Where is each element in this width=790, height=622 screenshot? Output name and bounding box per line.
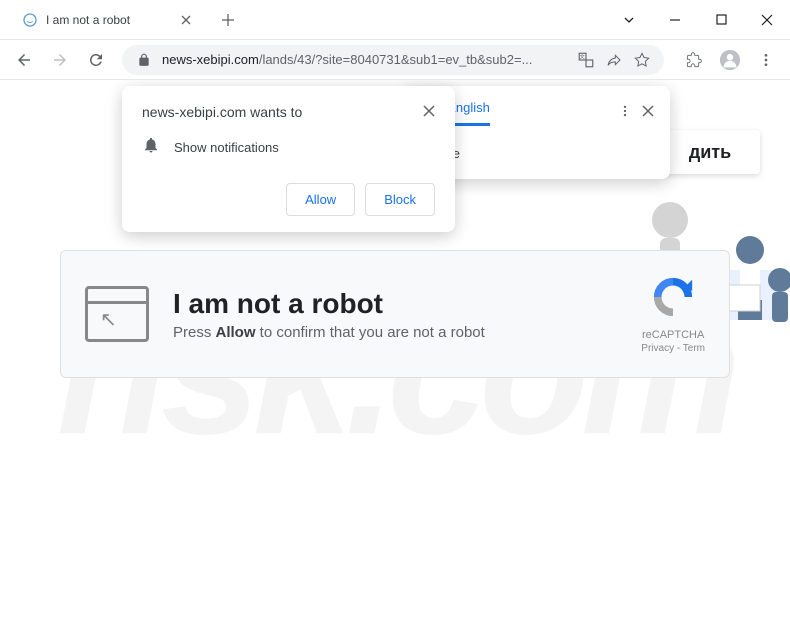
translate-menu-icon[interactable] bbox=[618, 104, 632, 123]
tab-title: I am not a robot bbox=[46, 13, 130, 27]
reload-button[interactable] bbox=[80, 44, 112, 76]
back-button[interactable] bbox=[8, 44, 40, 76]
tab-favicon-icon bbox=[22, 12, 38, 28]
browser-window-icon bbox=[85, 286, 149, 342]
recaptcha-links: Privacy - Term bbox=[641, 343, 705, 354]
window-menu-icon[interactable] bbox=[606, 0, 652, 40]
lock-icon[interactable] bbox=[134, 50, 154, 70]
notif-title: news-xebipi.com wants to bbox=[142, 104, 302, 120]
bookmark-icon[interactable] bbox=[632, 50, 652, 70]
translate-close-icon[interactable] bbox=[642, 104, 654, 122]
notif-header: news-xebipi.com wants to bbox=[142, 104, 435, 122]
page-button[interactable]: дить bbox=[660, 130, 760, 174]
translate-icon[interactable]: 文 bbox=[576, 50, 596, 70]
minimize-icon[interactable] bbox=[652, 0, 698, 40]
recaptcha-badge: reCAPTCHA Privacy - Term bbox=[641, 274, 705, 354]
robot-text-block: I am not a robot Press Allow to confirm … bbox=[173, 288, 617, 341]
robot-verification-card: I am not a robot Press Allow to confirm … bbox=[60, 250, 730, 378]
close-window-icon[interactable] bbox=[744, 0, 790, 40]
url-text: news-xebipi.com/lands/43/?site=8040731&s… bbox=[162, 52, 568, 67]
menu-icon[interactable] bbox=[750, 44, 782, 76]
recaptcha-icon bbox=[650, 274, 696, 320]
title-bar: I am not a robot bbox=[0, 0, 790, 40]
forward-button[interactable] bbox=[44, 44, 76, 76]
notif-body: Show notifications bbox=[142, 136, 435, 159]
window-controls bbox=[606, 0, 790, 40]
notif-text: Show notifications bbox=[174, 140, 279, 155]
toolbar: news-xebipi.com/lands/43/?site=8040731&s… bbox=[0, 40, 790, 80]
profile-icon[interactable] bbox=[714, 44, 746, 76]
browser-tab[interactable]: I am not a robot bbox=[8, 4, 208, 36]
toolbar-icons bbox=[674, 44, 782, 76]
recaptcha-label: reCAPTCHA bbox=[641, 329, 705, 341]
notif-buttons: Allow Block bbox=[142, 183, 435, 216]
maximize-icon[interactable] bbox=[698, 0, 744, 40]
robot-title: I am not a robot bbox=[173, 288, 617, 320]
tab-close-icon[interactable] bbox=[178, 12, 194, 28]
new-tab-button[interactable] bbox=[214, 6, 242, 34]
notif-close-icon[interactable] bbox=[423, 104, 435, 122]
share-icon[interactable] bbox=[604, 50, 624, 70]
allow-button[interactable]: Allow bbox=[286, 183, 355, 216]
notification-permission-popup: news-xebipi.com wants to Show notificati… bbox=[122, 86, 455, 232]
robot-subtitle: Press Allow to confirm that you are not … bbox=[173, 324, 617, 341]
bell-icon bbox=[142, 136, 160, 159]
extensions-icon[interactable] bbox=[678, 44, 710, 76]
address-bar[interactable]: news-xebipi.com/lands/43/?site=8040731&s… bbox=[122, 45, 664, 75]
translate-actions bbox=[618, 104, 654, 123]
browser-window: I am not a robot bbox=[0, 0, 790, 622]
page-content: risk.com дить I am not a robot Press All… bbox=[0, 80, 790, 622]
block-button[interactable]: Block bbox=[365, 183, 435, 216]
